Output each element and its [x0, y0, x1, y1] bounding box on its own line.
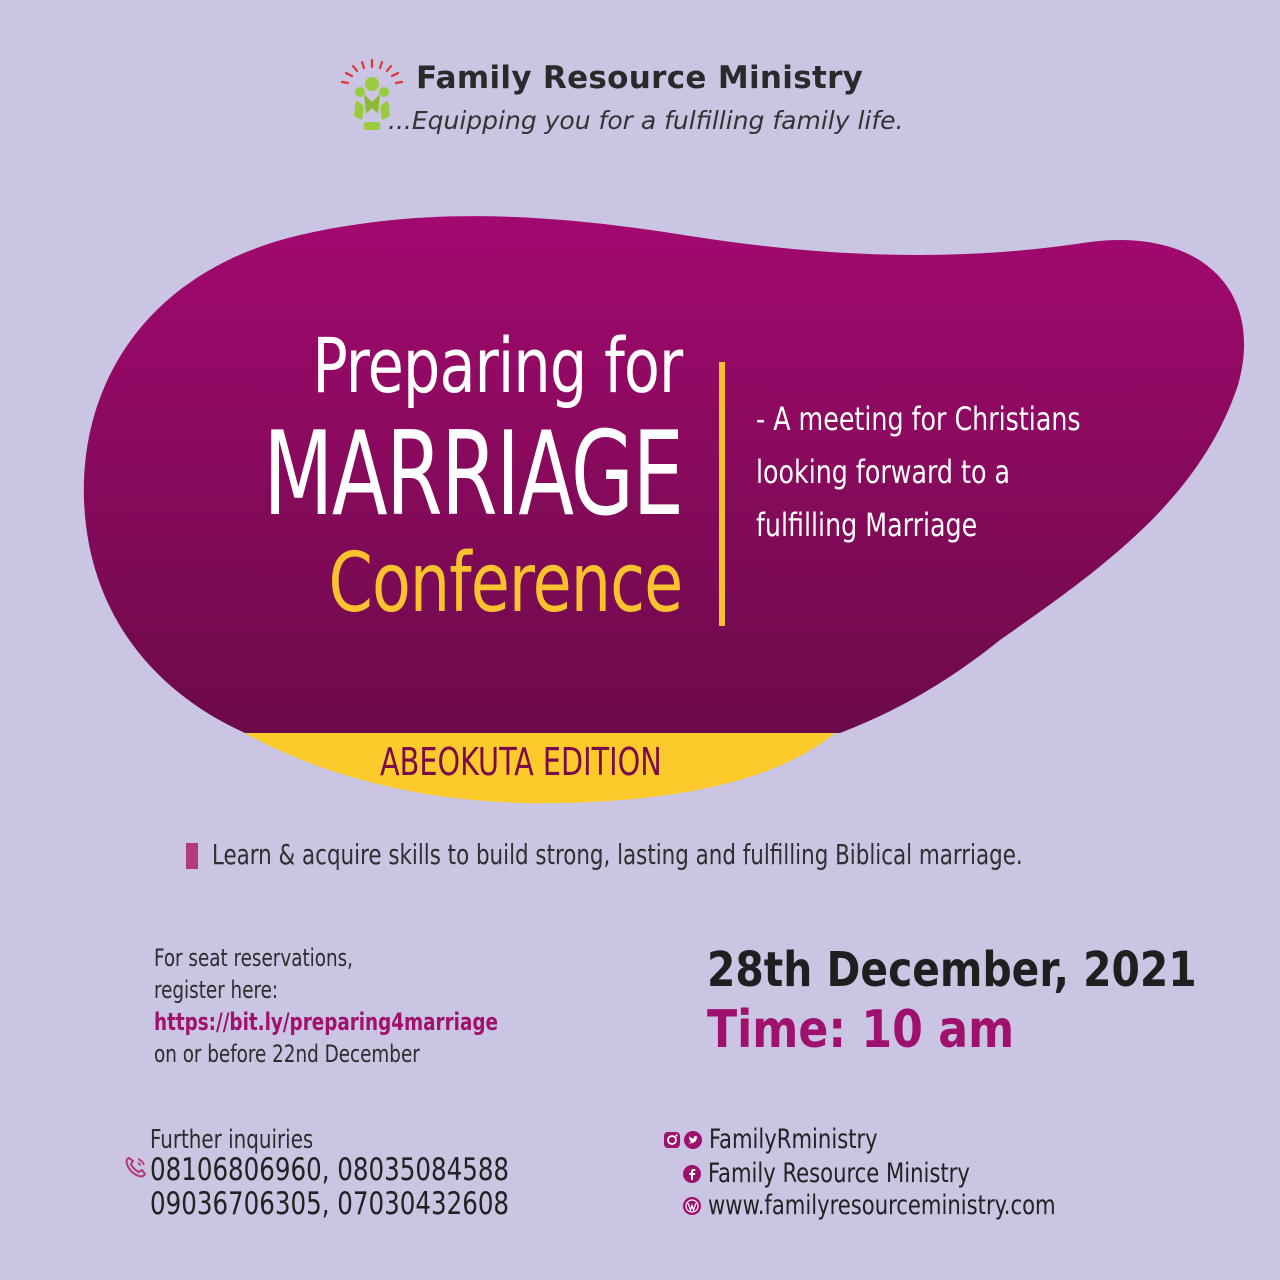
description-line: fulfilling Marriage [756, 506, 978, 544]
title-line-conference: Conference [328, 536, 683, 631]
bullet-marker [186, 843, 198, 869]
title-line-marriage: MARRIAGE [262, 407, 684, 542]
instagram-icon [664, 1132, 680, 1148]
inquiries-label: Further inquiries [150, 1125, 314, 1155]
edition-label: ABEOKUTA EDITION [380, 740, 662, 784]
description-line: looking forward to a [756, 453, 1011, 491]
title-divider [719, 362, 725, 626]
phone-line[interactable]: 09036706305, 07030432608 [150, 1187, 509, 1221]
registration-line: register here: [154, 976, 279, 1004]
title-line-preparing: Preparing for [311, 321, 683, 410]
bullet-text: Learn & acquire skills to build strong, … [212, 838, 1023, 871]
hero-blob [83, 216, 1245, 804]
facebook-page: Family Resource Ministry [708, 1158, 970, 1189]
website-url: www.familyresourceministry.com [708, 1190, 1056, 1221]
registration-line: For seat reservations, [154, 944, 353, 972]
event-date: 28th December, 2021 [707, 942, 1197, 998]
registration-deadline: on or before 22nd December [154, 1040, 420, 1068]
event-time: Time: 10 am [707, 1000, 1015, 1060]
phone-numbers: 08106806960, 08035084588 09036706305, 07… [150, 1153, 558, 1221]
twitter-icon [684, 1131, 702, 1149]
registration-link[interactable]: https://bit.ly/preparing4marriage [154, 1006, 498, 1038]
registration-info: For seat reservations, register here: ht… [154, 942, 559, 1070]
description-line: - A meeting for Christians [756, 400, 1081, 438]
facebook-icon [683, 1165, 701, 1183]
event-description: - A meeting for Christians looking forwa… [756, 393, 1226, 552]
phone-line[interactable]: 08106806960, 08035084588 [150, 1153, 509, 1187]
wordpress-icon [683, 1197, 701, 1215]
event-title: Preparing for MARRIAGE Conference [145, 318, 684, 632]
org-name: Family Resource Ministry [416, 60, 864, 96]
social-handle: FamilyRministry [709, 1124, 878, 1155]
phone-icon [125, 1156, 147, 1178]
header: Family Resource Ministry ...Equipping yo… [330, 58, 930, 138]
tagline: ...Equipping you for a fulfilling family… [388, 106, 904, 135]
